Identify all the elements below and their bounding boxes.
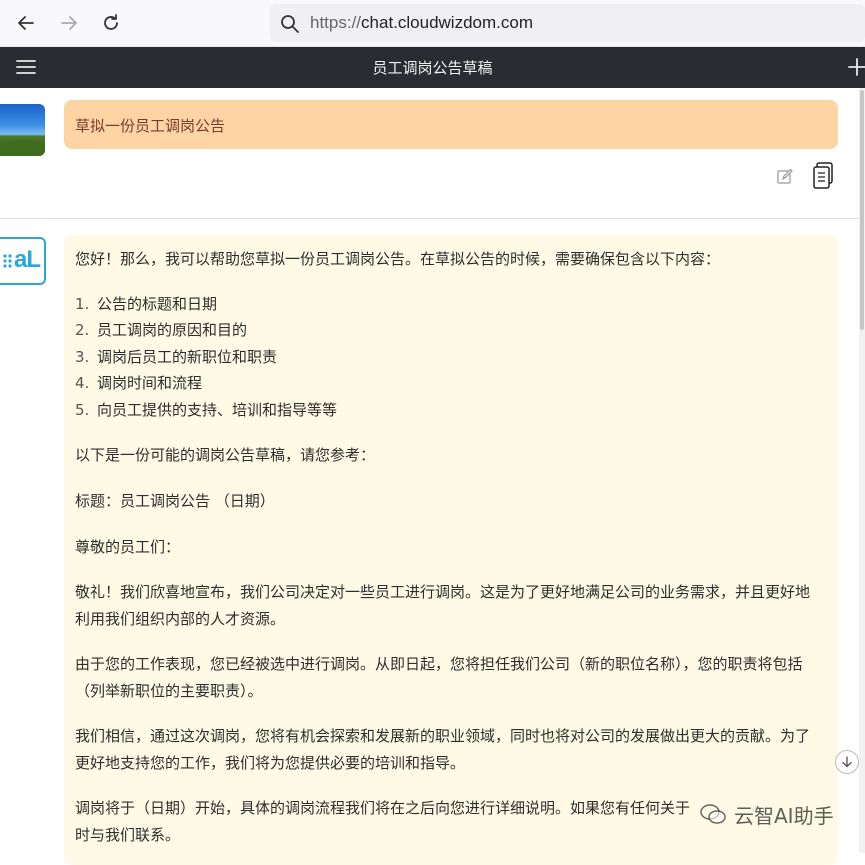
ai-message-bubble: 您好！那么，我可以帮助您草拟一份员工调岗公告。在草拟公告的时候，需要确保包含以下…	[64, 235, 838, 865]
ai-lead: 以下是一份可能的调岗公告草稿，请您参考：	[75, 446, 376, 464]
arrow-down-icon	[842, 756, 852, 768]
reload-icon	[104, 14, 118, 30]
message-divider	[0, 218, 859, 219]
address-bar[interactable]: https://chat.cloudwizdom.com	[270, 4, 865, 42]
list-item: 3. 调岗后员工的新职位和职责	[75, 344, 277, 371]
app-header: 员工调岗公告草稿	[0, 47, 865, 88]
ai-paragraph-4-line-1: 调岗将于（日期）开始，具体的调岗流程我们将在之后向您进行详细说明。如果您有任何关…	[75, 799, 691, 817]
search-icon	[281, 15, 299, 33]
ai-logo-dots-icon	[3, 254, 12, 268]
browser-toolbar: https://chat.cloudwizdom.com	[0, 0, 865, 47]
arrow-left-icon	[18, 16, 34, 30]
edit-icon[interactable]	[776, 168, 794, 186]
user-message-text: 草拟一份员工调岗公告	[75, 117, 226, 135]
list-number: 1.	[75, 295, 90, 313]
ai-paragraph-3-line-2: 更好地支持您的工作，我们将为您提供必要的培训和指导。	[75, 754, 466, 772]
list-number: 2.	[75, 321, 90, 339]
list-text: 员工调岗的原因和目的	[97, 321, 248, 339]
list-number: 5.	[75, 401, 90, 419]
ai-paragraph-1-line-2: 利用我们组织内部的人才资源。	[75, 610, 286, 628]
list-item: 2. 员工调岗的原因和目的	[75, 317, 247, 344]
list-item: 1. 公告的标题和日期	[75, 291, 217, 318]
plus-icon[interactable]	[848, 57, 865, 77]
list-number: 4.	[75, 374, 90, 392]
arrow-right-icon	[61, 16, 77, 30]
avatar-landscape	[0, 140, 45, 156]
ai-avatar: aL	[0, 237, 46, 285]
user-message-bubble: 草拟一份员工调岗公告	[64, 100, 838, 149]
list-text: 公告的标题和日期	[97, 295, 218, 313]
scroll-down-button[interactable]	[835, 750, 859, 774]
list-item: 5. 向员工提供的支持、培训和指导等等	[75, 397, 337, 424]
url-scheme: https://	[310, 13, 362, 32]
ai-salutation: 尊敬的员工们：	[75, 538, 181, 556]
scrollbar-thumb[interactable]	[860, 90, 864, 330]
ai-heading: 标题：员工调岗公告 （日期）	[75, 492, 275, 510]
url-host: chat.cloudwizdom.com	[361, 13, 533, 32]
list-item: 4. 调岗时间和流程	[75, 370, 202, 397]
list-number: 3.	[75, 348, 90, 366]
wechat-icon	[700, 804, 726, 824]
url-text: https://chat.cloudwizdom.com	[310, 13, 533, 33]
ai-paragraph-4-line-2: 时与我们联系。	[75, 826, 181, 844]
watermark-text: 云智AI助手	[734, 804, 834, 828]
list-text: 调岗时间和流程	[97, 374, 203, 392]
forward-button[interactable]	[55, 9, 83, 37]
ai-paragraph-1-line-1: 敬礼！我们欣喜地宣布，我们公司决定对一些员工进行调岗。这是为了更好地满足公司的业…	[75, 583, 811, 601]
ai-intro: 您好！那么，我可以帮助您草拟一份员工调岗公告。在草拟公告的时候，需要确保包含以下…	[75, 250, 721, 268]
back-button[interactable]	[12, 9, 40, 37]
reload-button[interactable]	[97, 9, 125, 37]
ai-paragraph-2-line-2: （列举新职位的主要职责）。	[75, 682, 263, 700]
ai-paragraph-2-line-1: 由于您的工作表现，您已经被选中进行调岗。从即日起，您将担任我们公司（新的职位名称…	[75, 655, 803, 673]
list-text: 调岗后员工的新职位和职责	[97, 348, 278, 366]
ai-paragraph-3-line-1: 我们相信，通过这次调岗，您将有机会探索和发展新的职业领域，同时也将对公司的发展做…	[75, 727, 811, 745]
copy-icon[interactable]	[812, 162, 834, 190]
list-text: 向员工提供的支持、培训和指导等等	[97, 401, 338, 419]
ai-logo: aL	[14, 246, 41, 273]
page-title: 员工调岗公告草稿	[372, 59, 493, 77]
user-avatar	[0, 104, 45, 156]
